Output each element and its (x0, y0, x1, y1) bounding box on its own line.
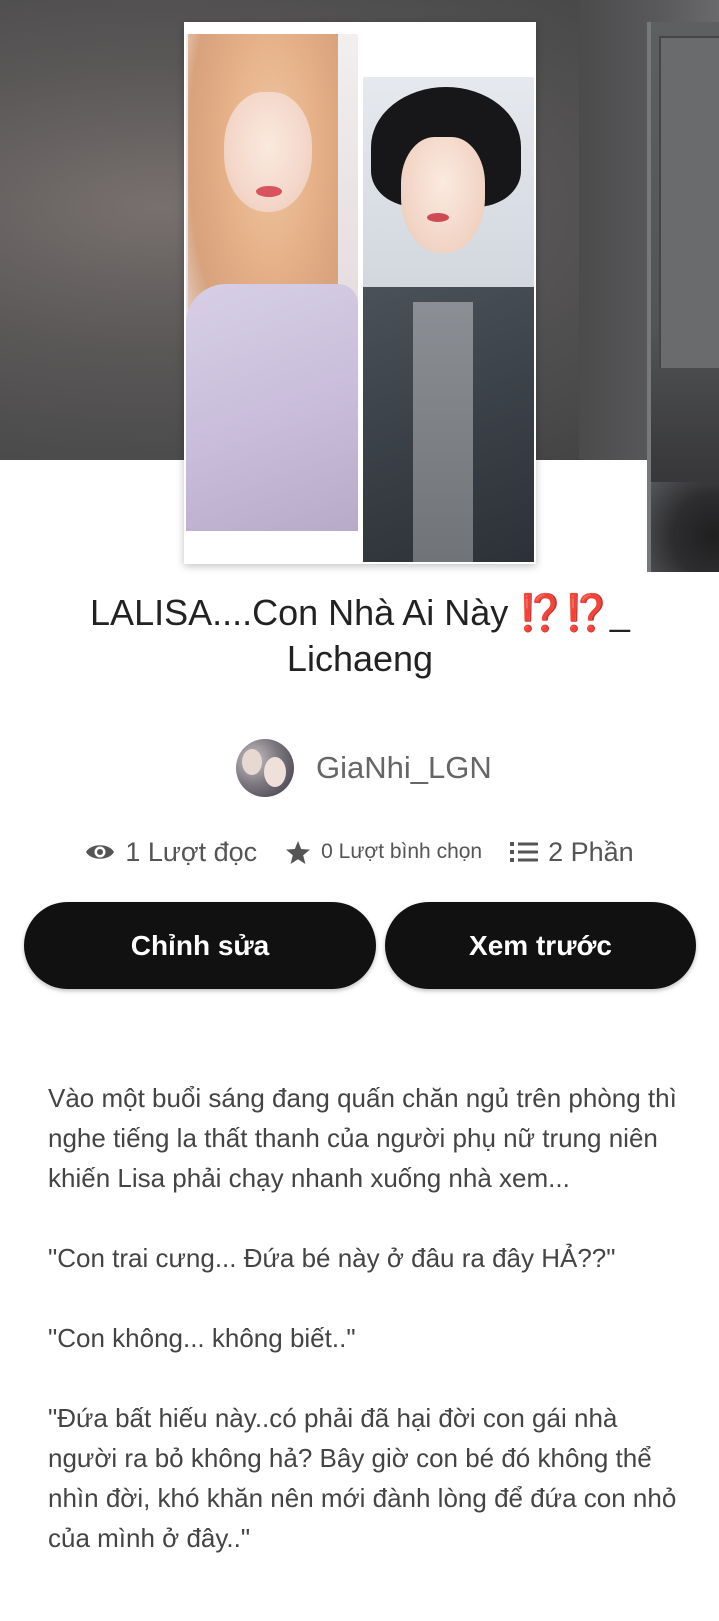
votes-count: 0 Lượt bình chọn (321, 840, 483, 863)
next-story-cover[interactable] (647, 22, 719, 572)
avatar-face-2 (264, 757, 286, 787)
votes-stat: 0 Lượt bình chọn (285, 840, 482, 865)
parts-count: 2 Phần (548, 836, 634, 867)
description-paragraph: Vào một buổi sáng đang quấn chăn ngủ trê… (48, 1083, 677, 1193)
reads-stat: 1 Lượt đọc (85, 837, 257, 868)
cover-right-lips (427, 213, 449, 222)
preview-button[interactable]: Xem trước (385, 902, 696, 989)
parts-stat: 2 Phần (510, 837, 634, 868)
description-paragraph: "Đứa bất hiếu này..có phải đã hại đời co… (48, 1403, 677, 1553)
story-title-text: LALISA....Con Nhà Ai Này (90, 592, 519, 633)
cover-right-shirt (413, 302, 473, 562)
cover-photo-left (186, 34, 358, 531)
next-cover-panel (659, 36, 719, 368)
author-row[interactable]: GiaNhi_LGN (236, 738, 492, 798)
cover-photo-right (363, 77, 534, 562)
cover-right-face (401, 137, 485, 253)
edit-button[interactable]: Chỉnh sửa (24, 902, 376, 989)
story-title-marks: ⁉️⁉️ (518, 592, 610, 633)
star-icon (285, 840, 311, 865)
description-paragraph: "Con trai cưng... Đứa bé này ở đâu ra đâ… (48, 1243, 616, 1273)
reads-count: 1 Lượt đọc (125, 836, 258, 867)
story-title: LALISA....Con Nhà Ai Này ⁉️⁉️_ Lichaeng (40, 590, 680, 682)
list-icon (510, 841, 539, 863)
story-stats: 1 Lượt đọc 0 Lượt bình chọn 2 Phần (0, 832, 719, 872)
avatar[interactable] (236, 739, 294, 797)
story-description: Vào một buổi sáng đang quấn chăn ngủ trê… (48, 1078, 678, 1598)
story-cover[interactable] (184, 22, 536, 564)
eye-icon (85, 841, 115, 863)
avatar-face-1 (242, 749, 262, 775)
description-paragraph: "Con không... không biết.." (48, 1323, 356, 1353)
author-name[interactable]: GiaNhi_LGN (316, 750, 492, 786)
cover-left-lips (256, 186, 282, 197)
next-cover-shadow (651, 482, 719, 572)
cover-left-sweater (186, 284, 358, 531)
